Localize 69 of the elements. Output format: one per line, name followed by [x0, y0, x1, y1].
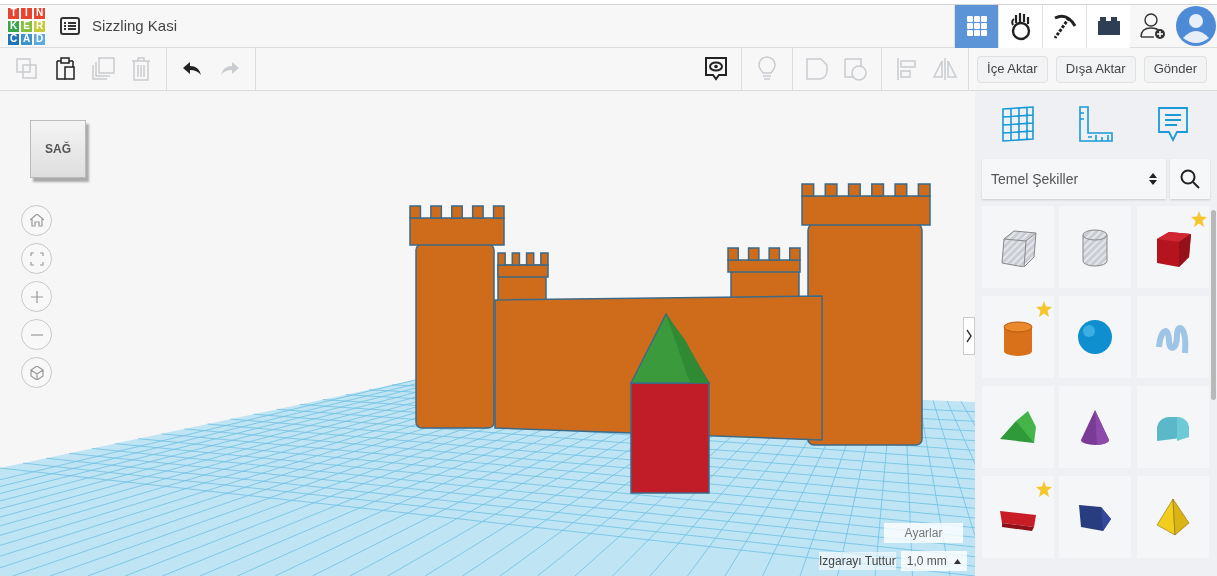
zoom-out-icon: [29, 333, 44, 336]
shape-tile[interactable]: [1059, 296, 1132, 378]
align-icon: [896, 57, 919, 81]
shape-tile[interactable]: [1136, 206, 1209, 288]
scrollbar[interactable]: [1211, 210, 1216, 400]
snap-grid-dropdown[interactable]: 1,0 mm: [900, 551, 967, 571]
design-title[interactable]: Sizzling Kasi: [92, 14, 178, 38]
clipboard-icon: [54, 57, 76, 81]
home-icon: [29, 213, 44, 228]
action-button[interactable]: Dışa Aktar: [1055, 55, 1136, 83]
shape-tile[interactable]: [982, 476, 1054, 558]
shape-tile[interactable]: [982, 296, 1054, 378]
favorite-star-icon: [1190, 211, 1207, 227]
view-control-button[interactable]: [21, 205, 52, 236]
logo-letter: N: [33, 6, 46, 20]
avatar-icon[interactable]: [1176, 6, 1216, 46]
shape-tile[interactable]: [982, 386, 1054, 468]
collapse-panel-button[interactable]: [963, 317, 975, 355]
view-control-button[interactable]: [21, 319, 52, 350]
duplicate-icon: [91, 57, 115, 81]
mirror-icon: [932, 57, 959, 81]
copy-icon: [16, 58, 38, 80]
view-control-button[interactable]: [21, 357, 52, 388]
shape-tile[interactable]: [982, 206, 1054, 288]
sort-arrows-icon: [1149, 172, 1157, 186]
action-button[interactable]: Gönder: [1143, 55, 1207, 83]
logo-letter: T: [7, 6, 20, 20]
add-user-icon[interactable]: [1140, 12, 1166, 40]
favorite-star-icon: [1036, 301, 1052, 317]
view-control-button[interactable]: [21, 281, 52, 312]
castle-model-drawing[interactable]: [409, 183, 931, 494]
view-cube[interactable]: SAĞ: [30, 120, 86, 178]
library-dropdown[interactable]: Temel Şekiller: [982, 159, 1166, 199]
caret-up-icon: [953, 558, 961, 564]
ungroup-icon: [843, 57, 870, 81]
search-icon: [1180, 169, 1200, 189]
undo-icon: [181, 61, 203, 77]
note-eye-icon: [704, 56, 729, 82]
brick-icon: [1096, 16, 1121, 36]
action-button[interactable]: İçe Aktar: [977, 55, 1048, 83]
chevron-right-icon: [966, 329, 972, 343]
shape-tile[interactable]: [1059, 476, 1132, 558]
mode-tab[interactable]: [1086, 4, 1130, 48]
perspective-icon: [29, 365, 44, 380]
fit-view-icon: [29, 251, 44, 266]
favorite-star-icon: [1036, 481, 1052, 497]
ruler-icon: [1076, 105, 1116, 145]
search-button[interactable]: [1170, 159, 1210, 199]
viewport[interactable]: SAĞ Ayarlar Izgarayı Tuttur 1,0 mm: [0, 91, 975, 576]
hand-icon: [1008, 11, 1033, 41]
shape-tile[interactable]: [1059, 206, 1132, 288]
shape-tile[interactable]: [1136, 386, 1209, 468]
design-list-icon[interactable]: [60, 17, 80, 35]
trash-icon: [131, 57, 151, 81]
logo-letter: I: [20, 6, 33, 20]
view-control-button[interactable]: [21, 243, 52, 274]
zoom-in-icon: [29, 289, 44, 304]
box-hole-icon: [998, 227, 1038, 267]
settings-button[interactable]: Ayarlar: [884, 523, 963, 543]
mode-tab[interactable]: [1042, 4, 1086, 48]
shape-tile[interactable]: [1059, 386, 1132, 468]
tinkercad-logo[interactable]: T I N K E R C A D: [7, 6, 46, 46]
shape-tile[interactable]: [1136, 296, 1209, 378]
shape-tile[interactable]: [1136, 476, 1209, 558]
lightbulb-icon: [758, 56, 777, 82]
grid-icon: [965, 15, 988, 37]
redo-icon: [219, 61, 241, 77]
mode-tab[interactable]: [998, 4, 1042, 48]
snap-grid-label: Izgarayı Tuttur: [819, 552, 896, 570]
